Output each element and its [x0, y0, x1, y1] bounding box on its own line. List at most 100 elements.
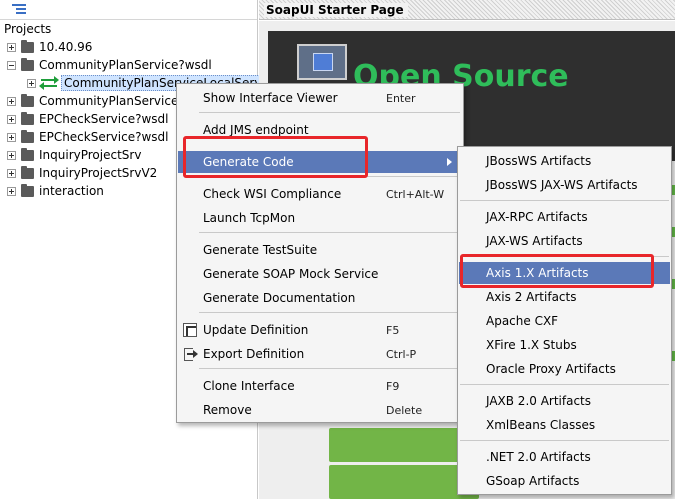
- folder-icon: [21, 183, 34, 197]
- tree-item-label: InquiryProjectSrv: [39, 148, 142, 162]
- menu-item-label: Generate Documentation: [203, 291, 356, 305]
- submenu-item-gsoap-artifacts[interactable]: GSoap Artifacts: [459, 470, 670, 492]
- menu-item-label: Apache CXF: [486, 314, 559, 328]
- tree-item-label: EPCheckService?wsdl: [39, 112, 169, 126]
- menu-item-shortcut: F5: [386, 323, 400, 337]
- menu-item-label: Export Definition: [203, 347, 305, 361]
- submenu-item-apache-cxf[interactable]: Apache CXF: [459, 310, 670, 332]
- starter-page-tab[interactable]: SoapUI Starter Page: [259, 0, 675, 20]
- expand-icon[interactable]: [7, 150, 16, 160]
- menu-separator: [199, 112, 460, 113]
- menu-item-label: Show Interface Viewer: [203, 91, 338, 105]
- menu-item-check-wsi-compliance[interactable]: Check WSI Compliance Ctrl+Alt-W: [178, 183, 462, 205]
- submenu-item-jbossws-artifacts[interactable]: JBossWS Artifacts: [459, 150, 670, 172]
- expand-icon[interactable]: [7, 96, 16, 106]
- menu-item-show-interface-viewer[interactable]: Show Interface Viewer Enter: [178, 87, 462, 109]
- tree-item-label: 10.40.96: [39, 40, 93, 54]
- menu-item-shortcut: F9: [386, 379, 400, 393]
- menu-item-update-definition[interactable]: Update Definition F5: [178, 319, 462, 341]
- folder-icon: [21, 93, 34, 107]
- menu-item-shortcut: Ctrl-P: [386, 347, 417, 361]
- tree-item-label: interaction: [39, 184, 104, 198]
- expand-icon[interactable]: [7, 42, 16, 52]
- tree-item-10-40-96[interactable]: 10.40.96: [7, 38, 92, 56]
- tree-item-inquiryprojectsrv[interactable]: InquiryProjectSrv: [7, 146, 141, 164]
- tree-item-label: EPCheckService?wsdl: [39, 130, 169, 144]
- menu-item-label: Generate TestSuite: [203, 243, 318, 257]
- submenu-item-net-20-artifacts[interactable]: .NET 2.0 Artifacts: [459, 446, 670, 468]
- tree-item-epcheckservice-wsdl-1[interactable]: EPCheckService?wsdl: [7, 110, 168, 128]
- tree-item-interaction[interactable]: interaction: [7, 182, 104, 200]
- menu-item-generate-soap-mock-service[interactable]: Generate SOAP Mock Service: [178, 263, 462, 285]
- menu-item-label: .NET 2.0 Artifacts: [486, 450, 591, 464]
- interface-icon: [39, 76, 59, 90]
- menu-item-label: JAX-WS Artifacts: [486, 234, 583, 248]
- menu-item-label: GSoap Artifacts: [486, 474, 580, 488]
- tree-item-label: CommunityPlanService: [39, 94, 179, 108]
- menu-item-label: Add JMS endpoint: [203, 123, 309, 137]
- collapse-icon[interactable]: [7, 60, 16, 70]
- menu-separator: [460, 440, 669, 441]
- menu-item-remove[interactable]: Remove Delete: [178, 399, 462, 421]
- update-definition-icon: [183, 323, 197, 337]
- menu-item-label: Update Definition: [203, 323, 309, 337]
- menu-item-shortcut: Delete: [386, 403, 423, 417]
- tree-item-label: InquiryProjectSrvV2: [39, 166, 158, 180]
- submenu-item-axis-2-artifacts[interactable]: Axis 2 Artifacts: [459, 286, 670, 308]
- starter-page-title: SoapUI Starter Page: [264, 3, 408, 17]
- tree-item-communityplanservice[interactable]: CommunityPlanService: [7, 92, 178, 110]
- folder-icon: [21, 39, 34, 53]
- expand-icon[interactable]: [27, 78, 36, 88]
- menu-item-label: XFire 1.X Stubs: [486, 338, 577, 352]
- generate-code-submenu: JBossWS Artifacts JBossWS JAX-WS Artifac…: [457, 146, 672, 495]
- menu-item-shortcut: Ctrl+Alt-W: [386, 187, 445, 201]
- menu-item-export-definition[interactable]: Export Definition Ctrl-P: [178, 343, 462, 365]
- menu-item-label: Check WSI Compliance: [203, 187, 342, 201]
- expand-icon[interactable]: [7, 168, 16, 178]
- menu-item-label: JAXB 2.0 Artifacts: [486, 394, 592, 408]
- folder-icon: [21, 147, 34, 161]
- menu-separator: [199, 368, 460, 369]
- menu-item-label: JAX-RPC Artifacts: [486, 210, 588, 224]
- menu-separator: [460, 384, 669, 385]
- folder-icon: [21, 129, 34, 143]
- submenu-item-jax-rpc-artifacts[interactable]: JAX-RPC Artifacts: [459, 206, 670, 228]
- export-definition-icon: [183, 347, 198, 361]
- annotation-highlight-generate-code: [183, 136, 368, 178]
- menu-item-generate-testsuite[interactable]: Generate TestSuite: [178, 239, 462, 261]
- menu-item-label: Launch TcpMon: [203, 211, 296, 225]
- menu-item-label: Oracle Proxy Artifacts: [486, 362, 616, 376]
- annotation-highlight-axis-1x: [460, 254, 654, 288]
- submenu-item-oracle-proxy-artifacts[interactable]: Oracle Proxy Artifacts: [459, 358, 670, 380]
- tree-item-epcheckservice-wsdl-2[interactable]: EPCheckService?wsdl: [7, 128, 168, 146]
- menu-separator: [460, 200, 669, 201]
- submenu-item-xfire-1x-stubs[interactable]: XFire 1.X Stubs: [459, 334, 670, 356]
- menu-item-label: JBossWS JAX-WS Artifacts: [486, 178, 638, 192]
- folder-icon: [21, 57, 34, 71]
- menu-item-generate-documentation[interactable]: Generate Documentation: [178, 287, 462, 309]
- expand-icon[interactable]: [7, 132, 16, 142]
- menu-item-label: XmlBeans Classes: [486, 418, 596, 432]
- folder-icon: [21, 111, 34, 125]
- menu-separator: [199, 312, 460, 313]
- projects-root-label[interactable]: Projects: [4, 22, 51, 36]
- menu-item-shortcut: Enter: [386, 91, 416, 105]
- expand-icon[interactable]: [7, 114, 16, 124]
- menu-item-label: JBossWS Artifacts: [486, 154, 592, 168]
- expand-icon[interactable]: [7, 186, 16, 196]
- submenu-item-jax-ws-artifacts[interactable]: JAX-WS Artifacts: [459, 230, 670, 252]
- submenu-item-xmlbeans-classes[interactable]: XmlBeans Classes: [459, 414, 670, 436]
- menu-separator: [199, 232, 460, 233]
- submenu-item-jaxb-20-artifacts[interactable]: JAXB 2.0 Artifacts: [459, 390, 670, 412]
- tree-item-inquiryprojectsrvv2[interactable]: InquiryProjectSrvV2: [7, 164, 157, 182]
- menu-item-label: Generate SOAP Mock Service: [203, 267, 379, 281]
- submenu-item-jbossws-jax-ws-artifacts[interactable]: JBossWS JAX-WS Artifacts: [459, 174, 670, 196]
- list-tree-icon[interactable]: [12, 4, 26, 15]
- menu-item-launch-tcpmon[interactable]: Launch TcpMon: [178, 207, 462, 229]
- menu-item-clone-interface[interactable]: Clone Interface F9: [178, 375, 462, 397]
- navigator-toolbar: [0, 0, 257, 20]
- tree-item-label: CommunityPlanService?wsdl: [39, 58, 212, 72]
- menu-item-label: Axis 2 Artifacts: [486, 290, 577, 304]
- tree-item-communityplanservice-wsdl[interactable]: CommunityPlanService?wsdl: [7, 56, 212, 74]
- folder-icon: [21, 165, 34, 179]
